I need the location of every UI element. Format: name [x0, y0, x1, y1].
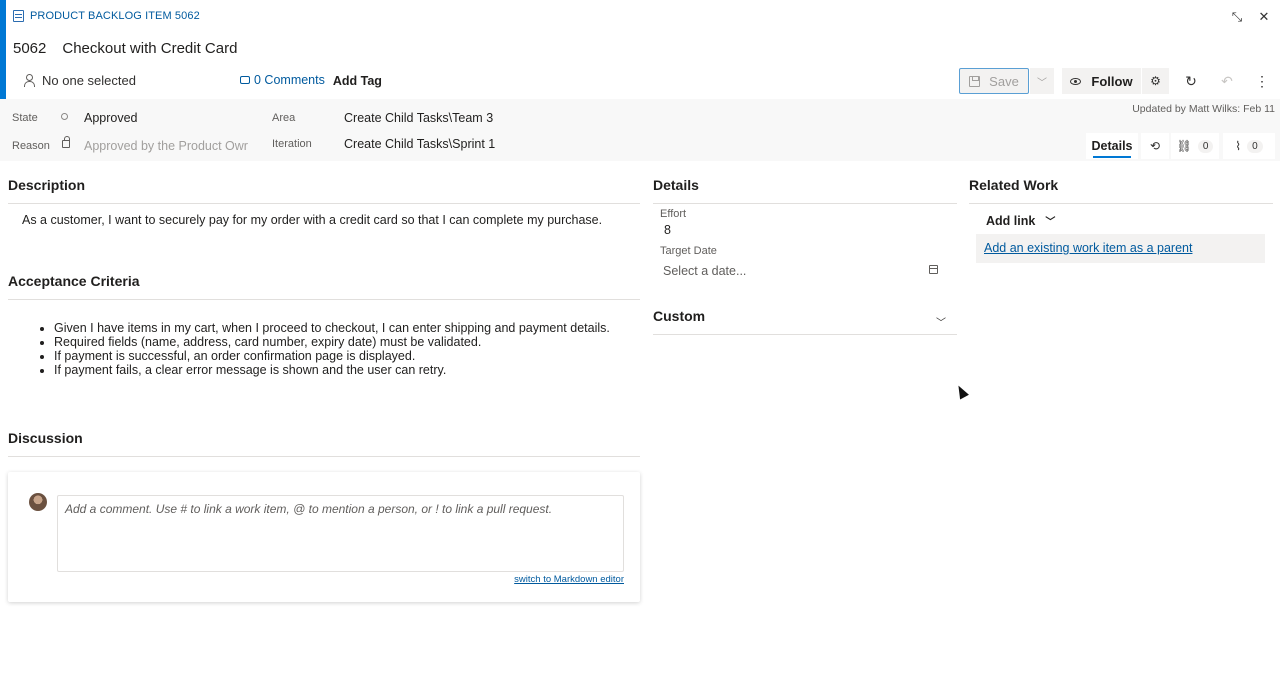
- divider: [8, 299, 640, 300]
- chevron-down-icon[interactable]: ﹀: [936, 314, 946, 329]
- refresh-icon: ↻: [1185, 72, 1197, 89]
- discussion-card: Add a comment. Use # to link a work item…: [8, 472, 640, 602]
- area-label: Area: [272, 112, 296, 124]
- follow-button[interactable]: Follow: [1062, 68, 1141, 94]
- acceptance-criteria-list[interactable]: Given I have items in my cart, when I pr…: [54, 321, 610, 377]
- tab-attachments[interactable]: ⌇ 0: [1223, 133, 1275, 159]
- markdown-editor-link[interactable]: switch to Markdown editor: [514, 574, 624, 585]
- calendar-icon[interactable]: [929, 265, 938, 274]
- more-actions-button[interactable]: ⋮: [1251, 70, 1273, 92]
- tab-history[interactable]: ⟲: [1141, 133, 1169, 159]
- state-circle-icon: [61, 113, 68, 120]
- attachments-count: 0: [1247, 139, 1263, 153]
- parent-placeholder: Add an existing work item as a parent: [976, 234, 1265, 263]
- gear-icon: ⚙: [1150, 74, 1161, 88]
- iteration-label: Iteration: [272, 138, 312, 150]
- chevron-down-icon: ﹀: [1045, 217, 1056, 228]
- work-item-type: PRODUCT BACKLOG ITEM 5062: [13, 10, 200, 22]
- save-dropdown-button[interactable]: ﹀: [1030, 68, 1054, 94]
- divider: [653, 203, 957, 204]
- list-item: If payment is successful, an order confi…: [54, 349, 610, 363]
- tab-details[interactable]: Details: [1086, 133, 1138, 159]
- reason-value[interactable]: Approved by the Product Owr: [84, 139, 248, 153]
- work-item-type-label: PRODUCT BACKLOG ITEM 5062: [30, 10, 200, 22]
- chevron-down-icon: ﹀: [1037, 77, 1047, 89]
- iteration-value[interactable]: Create Child Tasks\Sprint 1: [344, 137, 495, 151]
- save-label: Save: [989, 73, 1019, 89]
- target-date-label: Target Date: [660, 245, 717, 257]
- list-item: Required fields (name, address, card num…: [54, 335, 610, 349]
- attachment-icon: ⌇: [1235, 139, 1242, 153]
- list-item: If payment fails, a clear error message …: [54, 363, 610, 377]
- add-link-button[interactable]: Add link ﹀: [986, 213, 1056, 229]
- state-value[interactable]: Approved: [84, 111, 138, 125]
- discussion-heading: Discussion: [8, 430, 83, 446]
- undo-button[interactable]: ↶: [1216, 70, 1238, 92]
- divider: [653, 334, 957, 335]
- history-icon: ⟲: [1149, 139, 1161, 153]
- undo-icon: ↶: [1221, 72, 1233, 89]
- follow-label: Follow: [1091, 73, 1133, 89]
- add-tag-button[interactable]: Add Tag: [333, 74, 382, 88]
- save-button[interactable]: Save: [959, 68, 1029, 94]
- tab-links[interactable]: ⛓ 0: [1171, 133, 1219, 159]
- area-value[interactable]: Create Child Tasks\Team 3: [344, 111, 493, 125]
- avatar: [29, 493, 47, 511]
- comment-input[interactable]: Add a comment. Use # to link a work item…: [57, 495, 624, 572]
- minimize-icon[interactable]: ⤡: [1228, 8, 1246, 26]
- more-icon: ⋮: [1255, 72, 1269, 89]
- close-icon[interactable]: ✕: [1255, 8, 1273, 26]
- work-item-type-accent: [0, 0, 6, 99]
- work-item-id: 5062: [13, 40, 47, 57]
- add-parent-link[interactable]: Add an existing work item as a parent: [984, 241, 1192, 255]
- lock-icon: [62, 136, 70, 148]
- assigned-to-value: No one selected: [42, 72, 136, 88]
- comment-icon: [240, 76, 250, 84]
- refresh-button[interactable]: ↻: [1180, 70, 1202, 92]
- description-text[interactable]: As a customer, I want to securely pay fo…: [22, 213, 602, 227]
- divider: [8, 456, 640, 457]
- title-row: 5062 Checkout with Credit Card: [13, 40, 237, 57]
- save-icon: [969, 75, 981, 87]
- backlog-item-icon: [13, 10, 24, 22]
- person-icon: [24, 74, 35, 87]
- description-heading: Description: [8, 177, 86, 193]
- mouse-cursor-icon: [954, 383, 969, 400]
- custom-heading[interactable]: Custom: [653, 308, 705, 324]
- state-label: State: [12, 112, 38, 124]
- comments-link[interactable]: 0 Comments: [240, 73, 325, 87]
- divider: [8, 203, 640, 204]
- list-item: Given I have items in my cart, when I pr…: [54, 321, 610, 335]
- eye-icon: [1070, 77, 1082, 85]
- meta-row: No one selected 0 Comments Add Tag: [24, 72, 382, 88]
- comments-count: 0 Comments: [254, 73, 325, 87]
- updated-by: Updated by Matt Wilks: Feb 11: [1132, 103, 1275, 115]
- settings-button[interactable]: ⚙: [1142, 68, 1169, 94]
- effort-label: Effort: [660, 208, 687, 220]
- related-work-heading: Related Work: [969, 177, 1059, 193]
- assigned-to-field[interactable]: No one selected: [24, 73, 240, 88]
- links-count: 0: [1197, 139, 1214, 153]
- acceptance-criteria-heading: Acceptance Criteria: [8, 273, 140, 289]
- reason-label: Reason: [12, 140, 50, 152]
- effort-input[interactable]: 8: [664, 223, 671, 237]
- work-item-title[interactable]: Checkout with Credit Card: [62, 40, 237, 57]
- details-heading: Details: [653, 177, 699, 193]
- link-icon: ⛓: [1176, 139, 1192, 153]
- target-date-input[interactable]: Select a date...: [663, 264, 746, 278]
- add-link-label: Add link: [986, 213, 1036, 228]
- divider: [969, 203, 1273, 204]
